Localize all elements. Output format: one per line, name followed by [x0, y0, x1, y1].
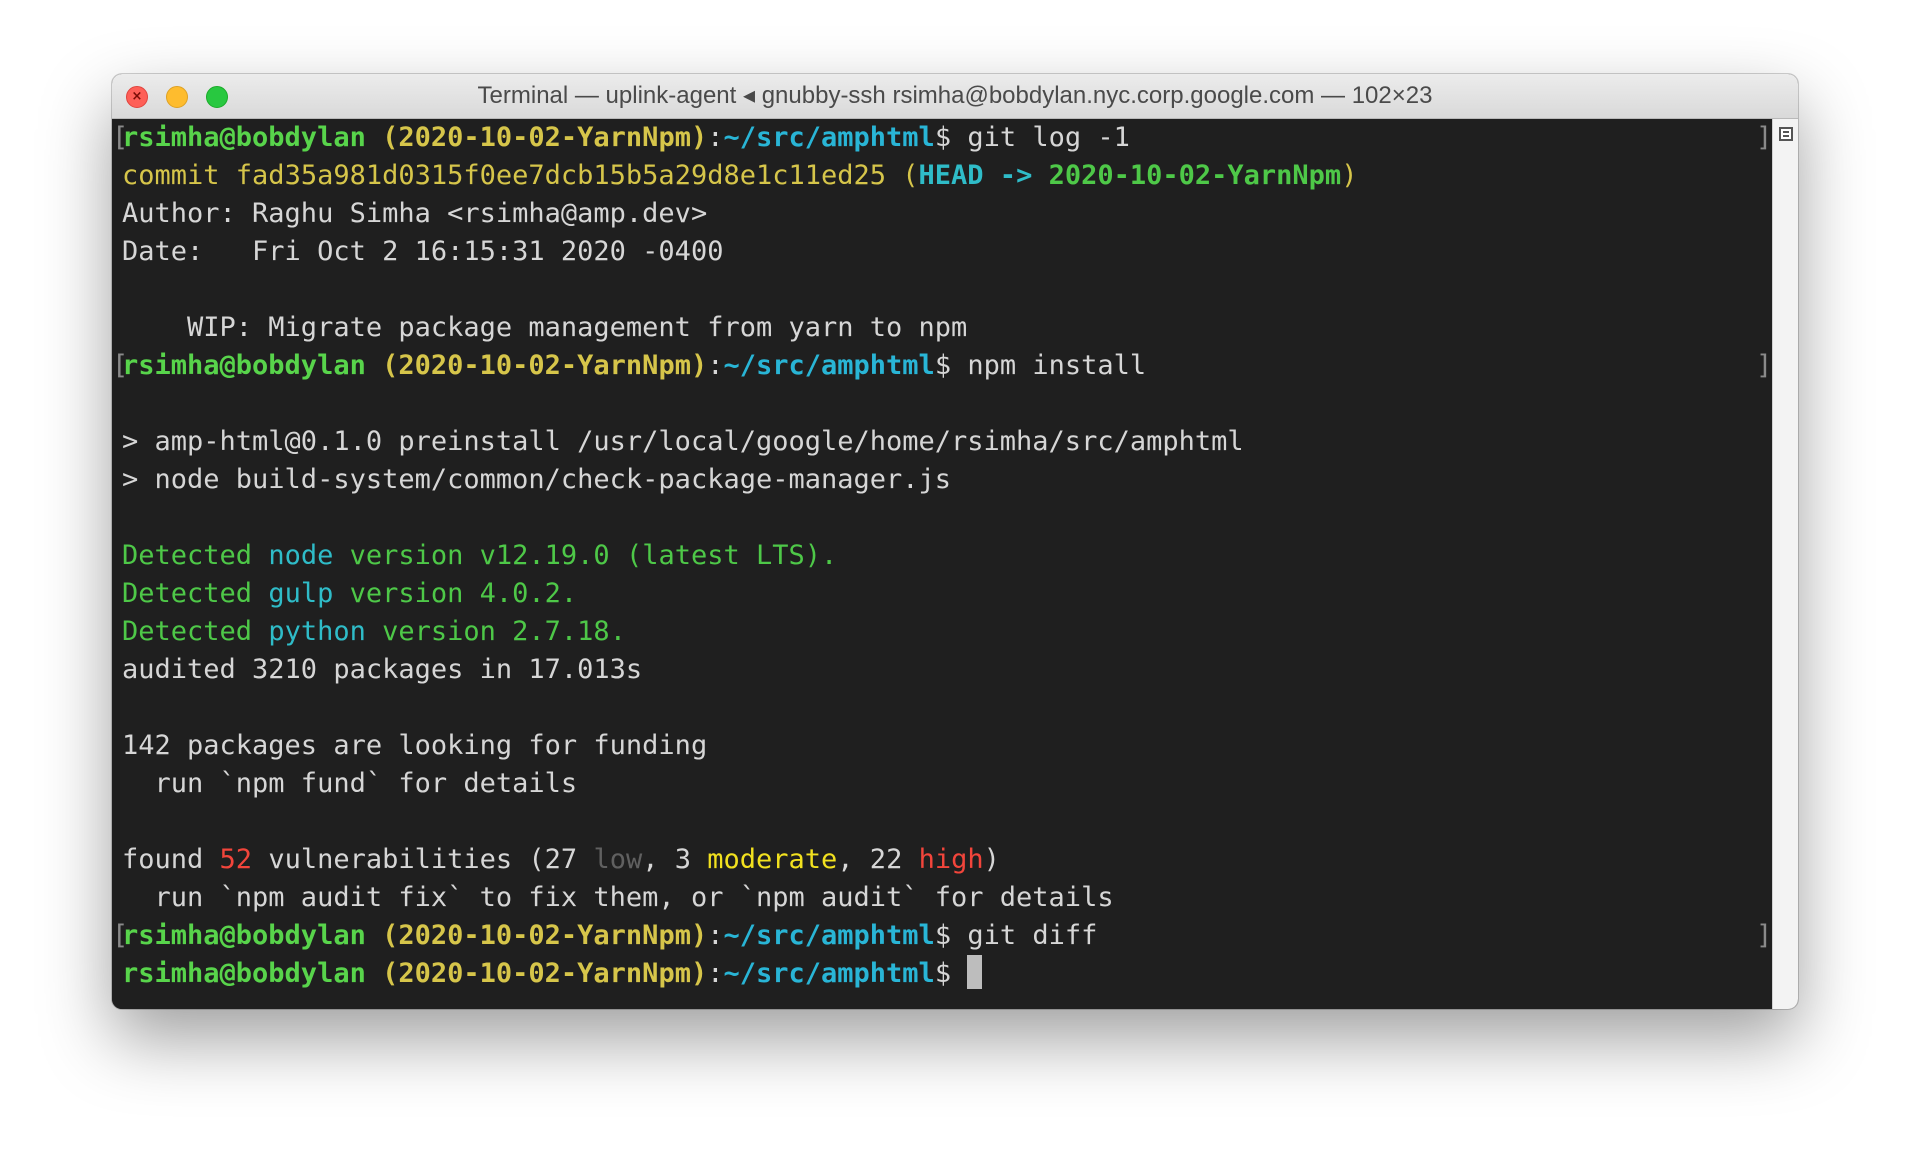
prompt-branch: (2020-10-02-YarnNpm): [365, 958, 708, 989]
preinstall-line: > amp-html@0.1.0 preinstall /usr/local/g…: [122, 426, 1244, 457]
preinstall-line: > node build-system/common/check-package…: [122, 464, 952, 495]
prompt-dollar: $: [934, 958, 968, 989]
prompt-branch: (2020-10-02-YarnNpm): [365, 920, 708, 951]
funding-line: 142 packages are looking for funding: [122, 730, 708, 761]
title-bar[interactable]: Terminal — uplink-agent ◂ gnubby-ssh rsi…: [112, 74, 1798, 119]
audit-hint-line: run `npm audit fix` to fix them, or `npm…: [122, 882, 1114, 913]
version-label: version 2.7.18.: [365, 616, 626, 647]
prompt-user: rsimha@bobdylan: [122, 122, 366, 153]
close-icon: ×: [131, 89, 143, 104]
date-line: Date: Fri Oct 2 16:15:31 2020 -0400: [122, 236, 724, 267]
mark-open-bracket: [: [112, 350, 129, 381]
commit-line: commit fad35a981d0315f0ee7dcb15b5a29d8e1…: [122, 157, 1357, 195]
detected-label: Detected: [122, 540, 269, 571]
ref-paren-close: ): [1341, 160, 1358, 191]
prompt-line: rsimha@bobdylan (2020-10-02-YarnNpm):~/s…: [122, 119, 1130, 157]
prompt-colon: :: [707, 958, 724, 989]
prompt-dollar: $: [934, 122, 968, 153]
command-text: git log -1: [967, 122, 1130, 153]
head-ref: HEAD ->: [918, 160, 1049, 191]
active-prompt-line[interactable]: rsimha@bobdylan (2020-10-02-YarnNpm):~/s…: [122, 955, 983, 993]
audited-line: audited 3210 packages in 17.013s: [122, 654, 643, 685]
severity-low: low: [593, 844, 643, 875]
severity-high: high: [918, 844, 984, 875]
branch-ref: 2020-10-02-YarnNpm: [1048, 160, 1342, 191]
version-label: version v12.19.0 (latest LTS).: [333, 540, 838, 571]
prompt-colon: :: [707, 920, 724, 951]
window-title: Terminal — uplink-agent ◂ gnubby-ssh rsi…: [477, 82, 1433, 109]
close-button[interactable]: ×: [126, 86, 148, 108]
prompt-branch: (2020-10-02-YarnNpm): [365, 122, 708, 153]
ref-paren-open: (: [886, 160, 919, 191]
prompt-path: ~/src/amphtml: [723, 350, 935, 381]
text-cursor[interactable]: [967, 955, 983, 989]
detected-node-line: Detected node version v12.19.0 (latest L…: [122, 537, 837, 575]
prompt-branch: (2020-10-02-YarnNpm): [365, 350, 708, 381]
version-label: version 4.0.2.: [333, 578, 578, 609]
zoom-button[interactable]: [206, 86, 228, 108]
fund-hint-line: run `npm fund` for details: [122, 768, 578, 799]
prompt-user: rsimha@bobdylan: [122, 350, 366, 381]
prompt-path: ~/src/amphtml: [723, 920, 935, 951]
prompt-path: ~/src/amphtml: [723, 122, 935, 153]
mark-open-bracket: [: [112, 122, 129, 153]
prompt-dollar: $: [934, 350, 968, 381]
command-text: npm install: [967, 350, 1147, 381]
scrollbar-gutter[interactable]: [1772, 119, 1798, 1009]
vuln-sep: , 22: [837, 844, 919, 875]
commit-prefix: commit: [122, 160, 236, 191]
tool-name: node: [268, 540, 334, 571]
split-pane-icon[interactable]: [1779, 127, 1793, 141]
terminal-window: Terminal — uplink-agent ◂ gnubby-ssh rsi…: [112, 74, 1798, 1009]
prompt-colon: :: [707, 122, 724, 153]
vuln-sep: , 3: [642, 844, 708, 875]
vuln-close: ): [983, 844, 1000, 875]
found-label: found: [122, 844, 220, 875]
prompt-user: rsimha@bobdylan: [122, 920, 366, 951]
mark-close-bracket: ]: [1756, 920, 1773, 951]
mark-open-bracket: [: [112, 920, 129, 951]
commit-hash: fad35a981d0315f0ee7dcb15b5a29d8e1c11ed25: [235, 160, 887, 191]
prompt-path: ~/src/amphtml: [723, 958, 935, 989]
mark-close-bracket: ]: [1756, 350, 1773, 381]
terminal-output[interactable]: [ rsimha@bobdylan (2020-10-02-YarnNpm):~…: [112, 119, 1772, 1009]
tool-name: python: [268, 616, 366, 647]
commit-message: WIP: Migrate package management from yar…: [122, 312, 968, 343]
vuln-text: vulnerabilities (27: [252, 844, 594, 875]
prompt-line: rsimha@bobdylan (2020-10-02-YarnNpm):~/s…: [122, 347, 1146, 385]
detected-label: Detected: [122, 578, 269, 609]
detected-python-line: Detected python version 2.7.18.: [122, 613, 626, 651]
detected-label: Detected: [122, 616, 269, 647]
vuln-count: 52: [219, 844, 253, 875]
mark-close-bracket: ]: [1756, 122, 1773, 153]
vulnerabilities-line: found 52 vulnerabilities (27 low, 3 mode…: [122, 841, 1000, 879]
minimize-button[interactable]: [166, 86, 188, 108]
detected-gulp-line: Detected gulp version 4.0.2.: [122, 575, 577, 613]
prompt-colon: :: [707, 350, 724, 381]
tool-name: gulp: [268, 578, 334, 609]
prompt-user: rsimha@bobdylan: [122, 958, 366, 989]
author-line: Author: Raghu Simha <rsimha@amp.dev>: [122, 198, 708, 229]
prompt-line: rsimha@bobdylan (2020-10-02-YarnNpm):~/s…: [122, 917, 1097, 955]
severity-moderate: moderate: [707, 844, 838, 875]
command-text: git diff: [967, 920, 1098, 951]
prompt-dollar: $: [934, 920, 968, 951]
